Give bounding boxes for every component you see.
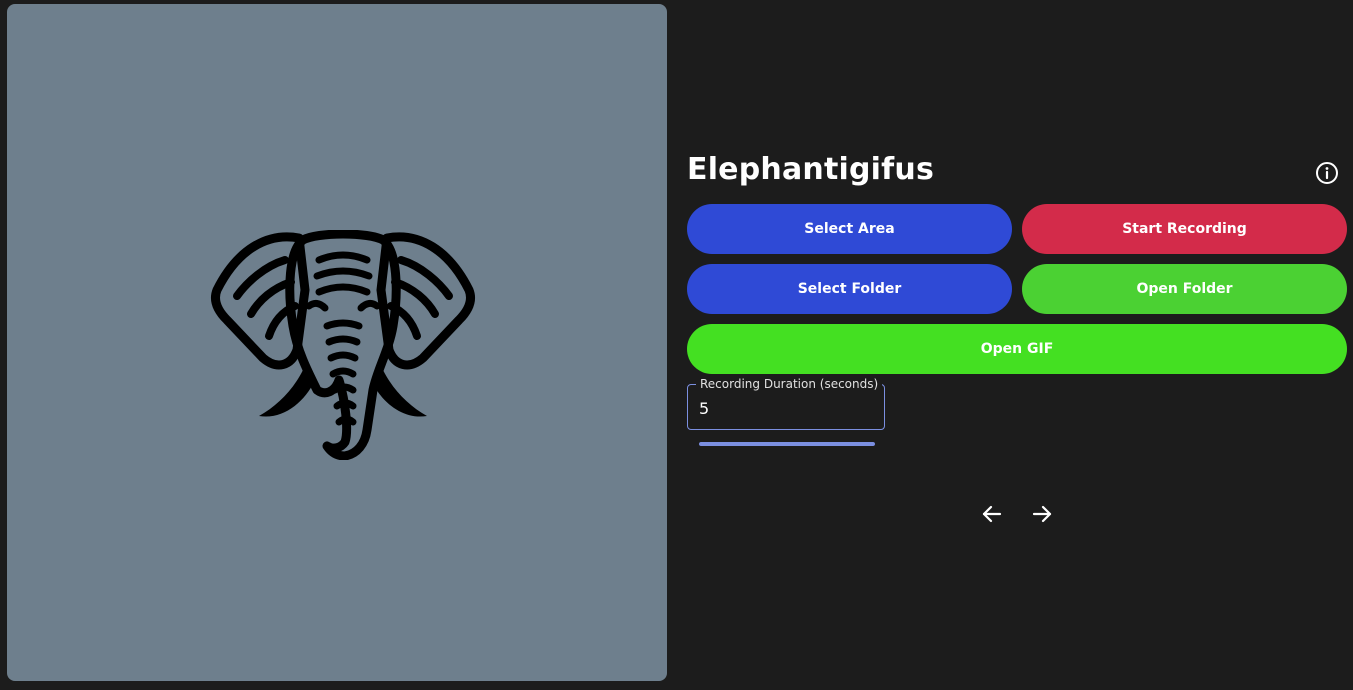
recording-duration-field: Recording Duration (seconds) — [687, 376, 885, 430]
preview-panel — [7, 4, 667, 681]
recording-progress-bar — [699, 442, 875, 446]
open-folder-button[interactable]: Open Folder — [1022, 264, 1347, 314]
recording-progress-fill — [699, 442, 875, 446]
info-circle-icon[interactable] — [1315, 161, 1339, 185]
recording-duration-label: Recording Duration (seconds) — [696, 376, 883, 392]
select-folder-button[interactable]: Select Folder — [687, 264, 1012, 314]
arrow-right-icon[interactable] — [1030, 502, 1054, 526]
elephant-logo — [210, 230, 476, 460]
start-recording-button[interactable]: Start Recording — [1022, 204, 1347, 254]
recording-duration-input[interactable] — [699, 397, 869, 419]
select-area-button[interactable]: Select Area — [687, 204, 1012, 254]
open-gif-button[interactable]: Open GIF — [687, 324, 1347, 374]
arrow-left-icon[interactable] — [980, 502, 1004, 526]
app-title: Elephantigifus — [687, 152, 935, 187]
